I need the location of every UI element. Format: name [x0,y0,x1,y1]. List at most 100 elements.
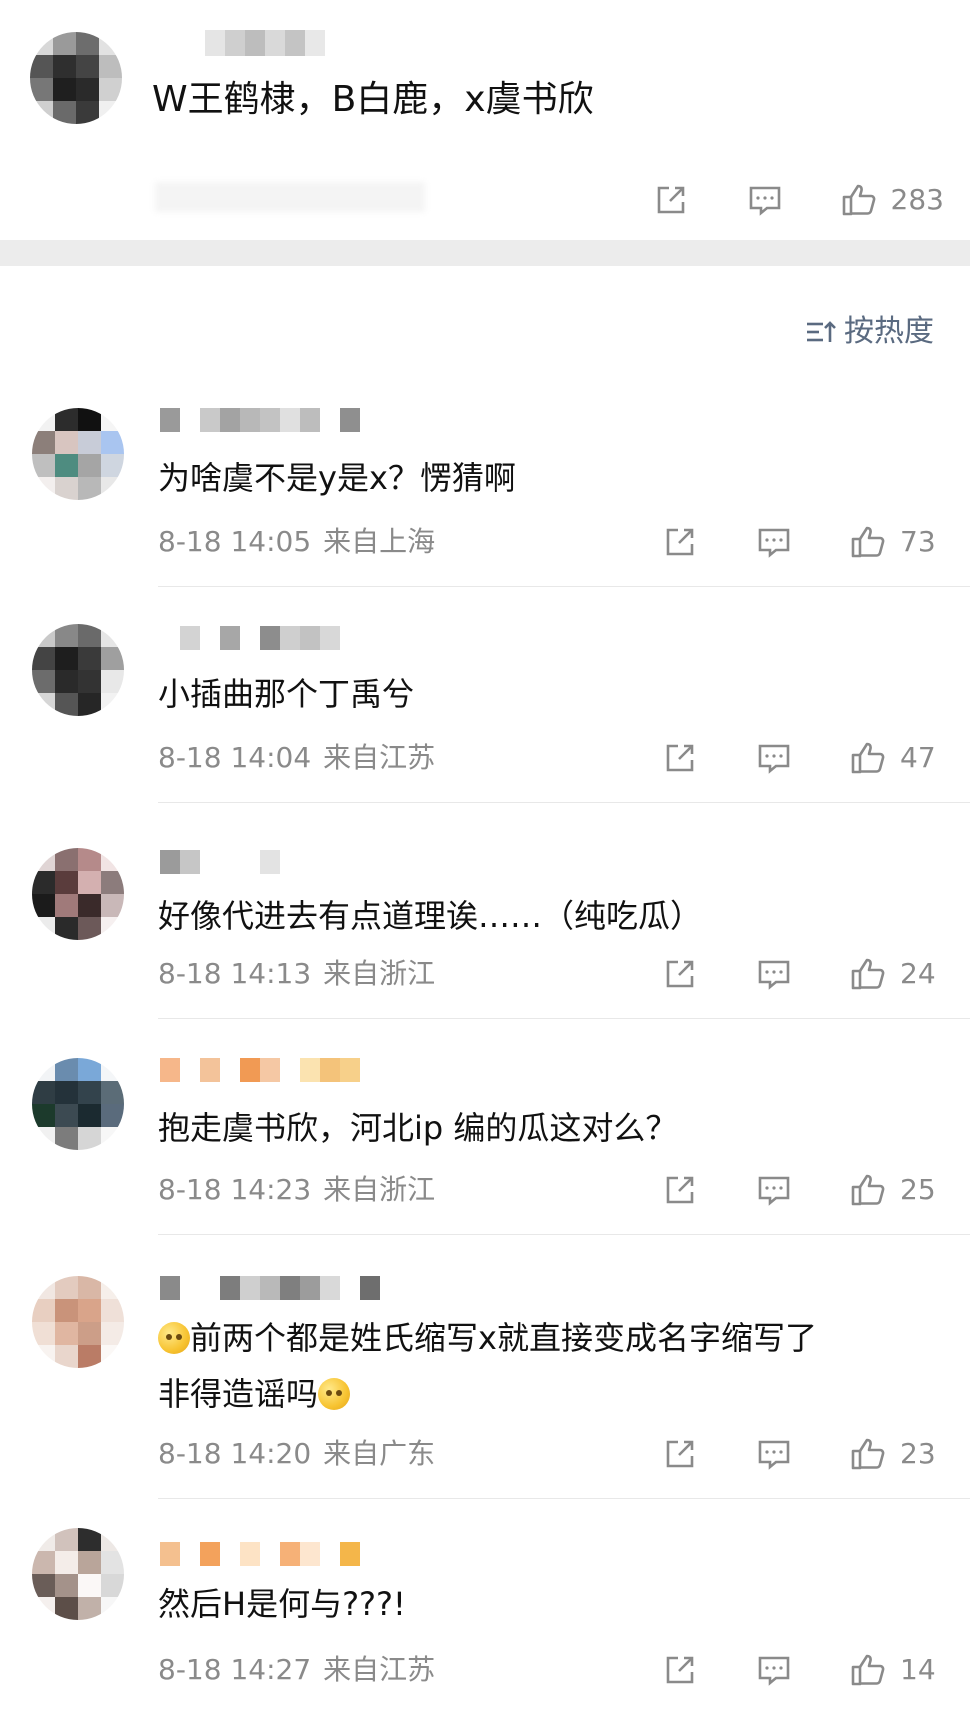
main-comment: W王鹤棣，B白鹿，x虞书欣 283 [0,0,970,240]
username-redacted[interactable] [160,850,380,874]
username-redacted[interactable] [160,1276,380,1300]
meta-redacted [155,182,425,212]
timestamp: 8-18 14:13 [158,957,312,990]
divider [158,586,970,587]
like-count: 25 [900,1173,936,1206]
comment-meta: 8-18 14:20 来自广东 [158,1434,435,1474]
thumbs-up-icon [851,526,885,558]
share-icon [666,960,694,988]
timestamp: 8-18 14:20 [158,1437,312,1470]
username-redacted[interactable] [205,30,325,56]
timestamp: 8-18 14:27 [158,1653,312,1686]
comment-icon [758,528,790,558]
reply-button[interactable] [754,522,794,562]
like-button[interactable]: 14 [848,1650,944,1690]
avatar[interactable] [32,1528,124,1620]
divider [158,802,970,803]
share-button[interactable] [651,180,691,220]
ip-location: 来自上海 [323,525,436,558]
share-icon [657,186,684,214]
share-icon [666,1176,694,1204]
comment-meta: 8-18 14:13 来自浙江 [158,954,435,994]
sort-icon [807,321,836,342]
like-count: 23 [900,1437,936,1470]
timestamp: 8-18 14:05 [158,525,312,558]
like-button[interactable]: 47 [848,738,944,778]
like-button[interactable]: 23 [848,1434,944,1474]
avatar[interactable] [32,1276,124,1368]
username-redacted[interactable] [160,408,380,432]
username-redacted[interactable] [160,626,380,650]
ip-location: 来自浙江 [323,1173,436,1206]
comment-icon [758,1656,790,1686]
comment-text-line1: 前两个都是姓氏缩写x就直接变成名字缩写了 [190,1319,817,1357]
like-button[interactable]: 24 [848,954,944,994]
reply-button[interactable] [745,180,785,220]
comment-actions: 23 [660,1434,944,1474]
comment-actions: 47 [660,738,944,778]
like-button[interactable]: 283 [839,180,944,220]
section-separator [0,240,970,266]
ip-location: 来自广东 [323,1437,436,1470]
comment-text: 抱走虞书欣，河北ip 编的瓜这对么？ [158,1109,678,1147]
reply-button[interactable] [754,738,794,778]
comment-text: 小插曲那个丁禹兮 [158,675,415,713]
divider [158,1498,970,1499]
comment-meta: 8-18 14:27 来自江苏 [158,1650,435,1690]
username-redacted[interactable] [160,1542,380,1566]
reply-button[interactable] [754,1650,794,1690]
reply-button[interactable] [754,954,794,994]
share-button[interactable] [660,1170,700,1210]
reply-button[interactable] [754,1434,794,1474]
ip-location: 来自浙江 [323,957,436,990]
avatar[interactable] [32,1058,124,1150]
comment-text: 然后H是何与???! [158,1585,406,1623]
comment-icon [758,1440,790,1470]
thumbs-up-icon [851,1174,885,1206]
avatar[interactable] [32,624,124,716]
avatar[interactable] [32,848,124,940]
share-icon [666,1656,694,1684]
comment-text-line2: 非得造谣吗 [158,1375,319,1413]
divider [158,1234,970,1235]
share-button[interactable] [660,1650,700,1690]
like-count: 283 [890,183,944,216]
share-button[interactable] [660,954,700,994]
like-button[interactable]: 25 [848,1170,944,1210]
comment-icon [749,186,780,216]
crying-emoji-icon [318,1378,351,1410]
comment-icon [758,960,790,990]
thumbs-up-icon [851,958,885,990]
comment-actions: 73 [660,522,944,562]
comment-meta: 8-18 14:04 来自江苏 [158,738,435,778]
divider [158,1018,970,1019]
ip-location: 来自江苏 [323,741,436,774]
share-button[interactable] [660,522,700,562]
ip-location: 来自江苏 [323,1653,436,1686]
comment-text: 好像代进去有点道理诶……（纯吃瓜） [158,897,703,935]
comment-actions: 25 [660,1170,944,1210]
avatar[interactable] [32,408,124,500]
share-button[interactable] [660,1434,700,1474]
like-count: 24 [900,957,936,990]
like-button[interactable]: 73 [848,522,944,562]
comment-text: 为啥虞不是y是x？愣猜啊 [158,459,516,497]
comment-actions: 283 [651,180,944,220]
share-button[interactable] [660,738,700,778]
share-icon [666,528,694,556]
avatar[interactable] [30,32,122,124]
share-icon [666,1440,694,1468]
sort-by-hot-button[interactable]: 按热度 [804,312,934,352]
thumbs-up-icon [851,742,885,774]
username-redacted[interactable] [160,1058,380,1082]
comment-meta: 8-18 14:05 来自上海 [158,522,435,562]
comment-text: 前两个都是姓氏缩写x就直接变成名字缩写了 非得造谣吗 [158,1310,930,1422]
like-count: 14 [900,1653,936,1686]
crying-emoji-icon [158,1322,190,1354]
comment-meta: 8-18 14:23 来自浙江 [158,1170,435,1210]
reply-button[interactable] [754,1170,794,1210]
comment-text: W王鹤棣，B白鹿，x虞书欣 [152,79,594,120]
thumbs-up-icon [851,1438,885,1470]
thumbs-up-icon [851,1654,885,1686]
timestamp: 8-18 14:23 [158,1173,312,1206]
